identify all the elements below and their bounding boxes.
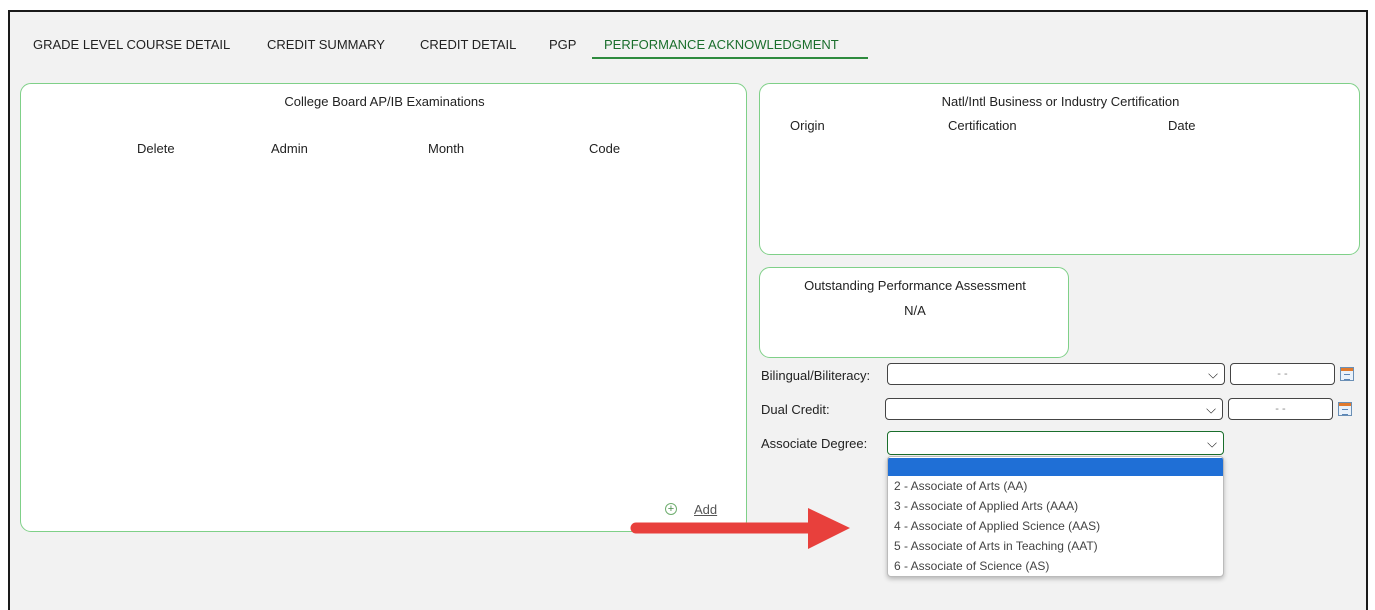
column-header-admin: Admin [271,141,308,156]
dual-credit-select[interactable]: ⌵ [885,398,1223,420]
dropdown-option[interactable]: 6 - Associate of Science (AS) [888,556,1223,576]
calendar-icon[interactable] [1338,402,1352,416]
active-tab-indicator [592,57,868,59]
column-header-origin: Origin [790,118,825,133]
ap-ib-title: College Board AP/IB Examinations [284,94,485,109]
tab-credit-summary[interactable]: CREDIT SUMMARY [267,37,385,52]
associate-degree-label: Associate Degree: [761,436,868,451]
dropdown-option[interactable]: 3 - Associate of Applied Arts (AAA) [888,496,1223,516]
tab-pgp[interactable]: PGP [549,37,576,52]
dropdown-option[interactable]: 4 - Associate of Applied Science (AAS) [888,516,1223,536]
dual-credit-label: Dual Credit: [761,402,830,417]
column-header-certification: Certification [948,118,1017,133]
column-header-delete: Delete [137,141,175,156]
calendar-icon[interactable] [1340,367,1354,381]
bilingual-date-input[interactable]: - - [1230,363,1335,385]
chevron-down-icon: ⌵ [1206,401,1216,417]
outstanding-performance-panel: Outstanding Performance Assessment N/A [759,267,1069,358]
associate-degree-dropdown: 2 - Associate of Arts (AA) 3 - Associate… [887,456,1224,577]
column-header-month: Month [428,141,465,156]
chevron-down-icon: ⌵ [1207,435,1217,451]
certification-title: Natl/Intl Business or Industry Certifica… [941,94,1180,109]
dual-credit-date-input[interactable]: - - [1228,398,1333,420]
opa-value: N/A [904,303,926,318]
tab-grade-level-course-detail[interactable]: GRADE LEVEL COURSE DETAIL [33,37,230,52]
tab-credit-detail[interactable]: CREDIT DETAIL [420,37,516,52]
associate-degree-select[interactable]: ⌵ [887,431,1224,455]
tab-performance-acknowledgment[interactable]: PERFORMANCE ACKNOWLEDGMENT [604,37,839,52]
column-header-code: Code [589,141,621,156]
certification-panel: Natl/Intl Business or Industry Certifica… [759,83,1360,255]
column-header-date: Date [1168,118,1196,133]
bilingual-select[interactable]: ⌵ [887,363,1225,385]
ap-ib-panel: College Board AP/IB Examinations Delete … [20,83,747,532]
opa-title: Outstanding Performance Assessment [804,278,1026,293]
dropdown-option[interactable]: 5 - Associate of Arts in Teaching (AAT) [888,536,1223,556]
chevron-down-icon: ⌵ [1208,366,1218,382]
bilingual-label: Bilingual/Biliteracy: [761,368,871,383]
dropdown-option[interactable]: 2 - Associate of Arts (AA) [888,476,1223,496]
red-arrow-annotation [630,508,850,549]
dropdown-option-blank-selected[interactable] [888,458,1223,476]
